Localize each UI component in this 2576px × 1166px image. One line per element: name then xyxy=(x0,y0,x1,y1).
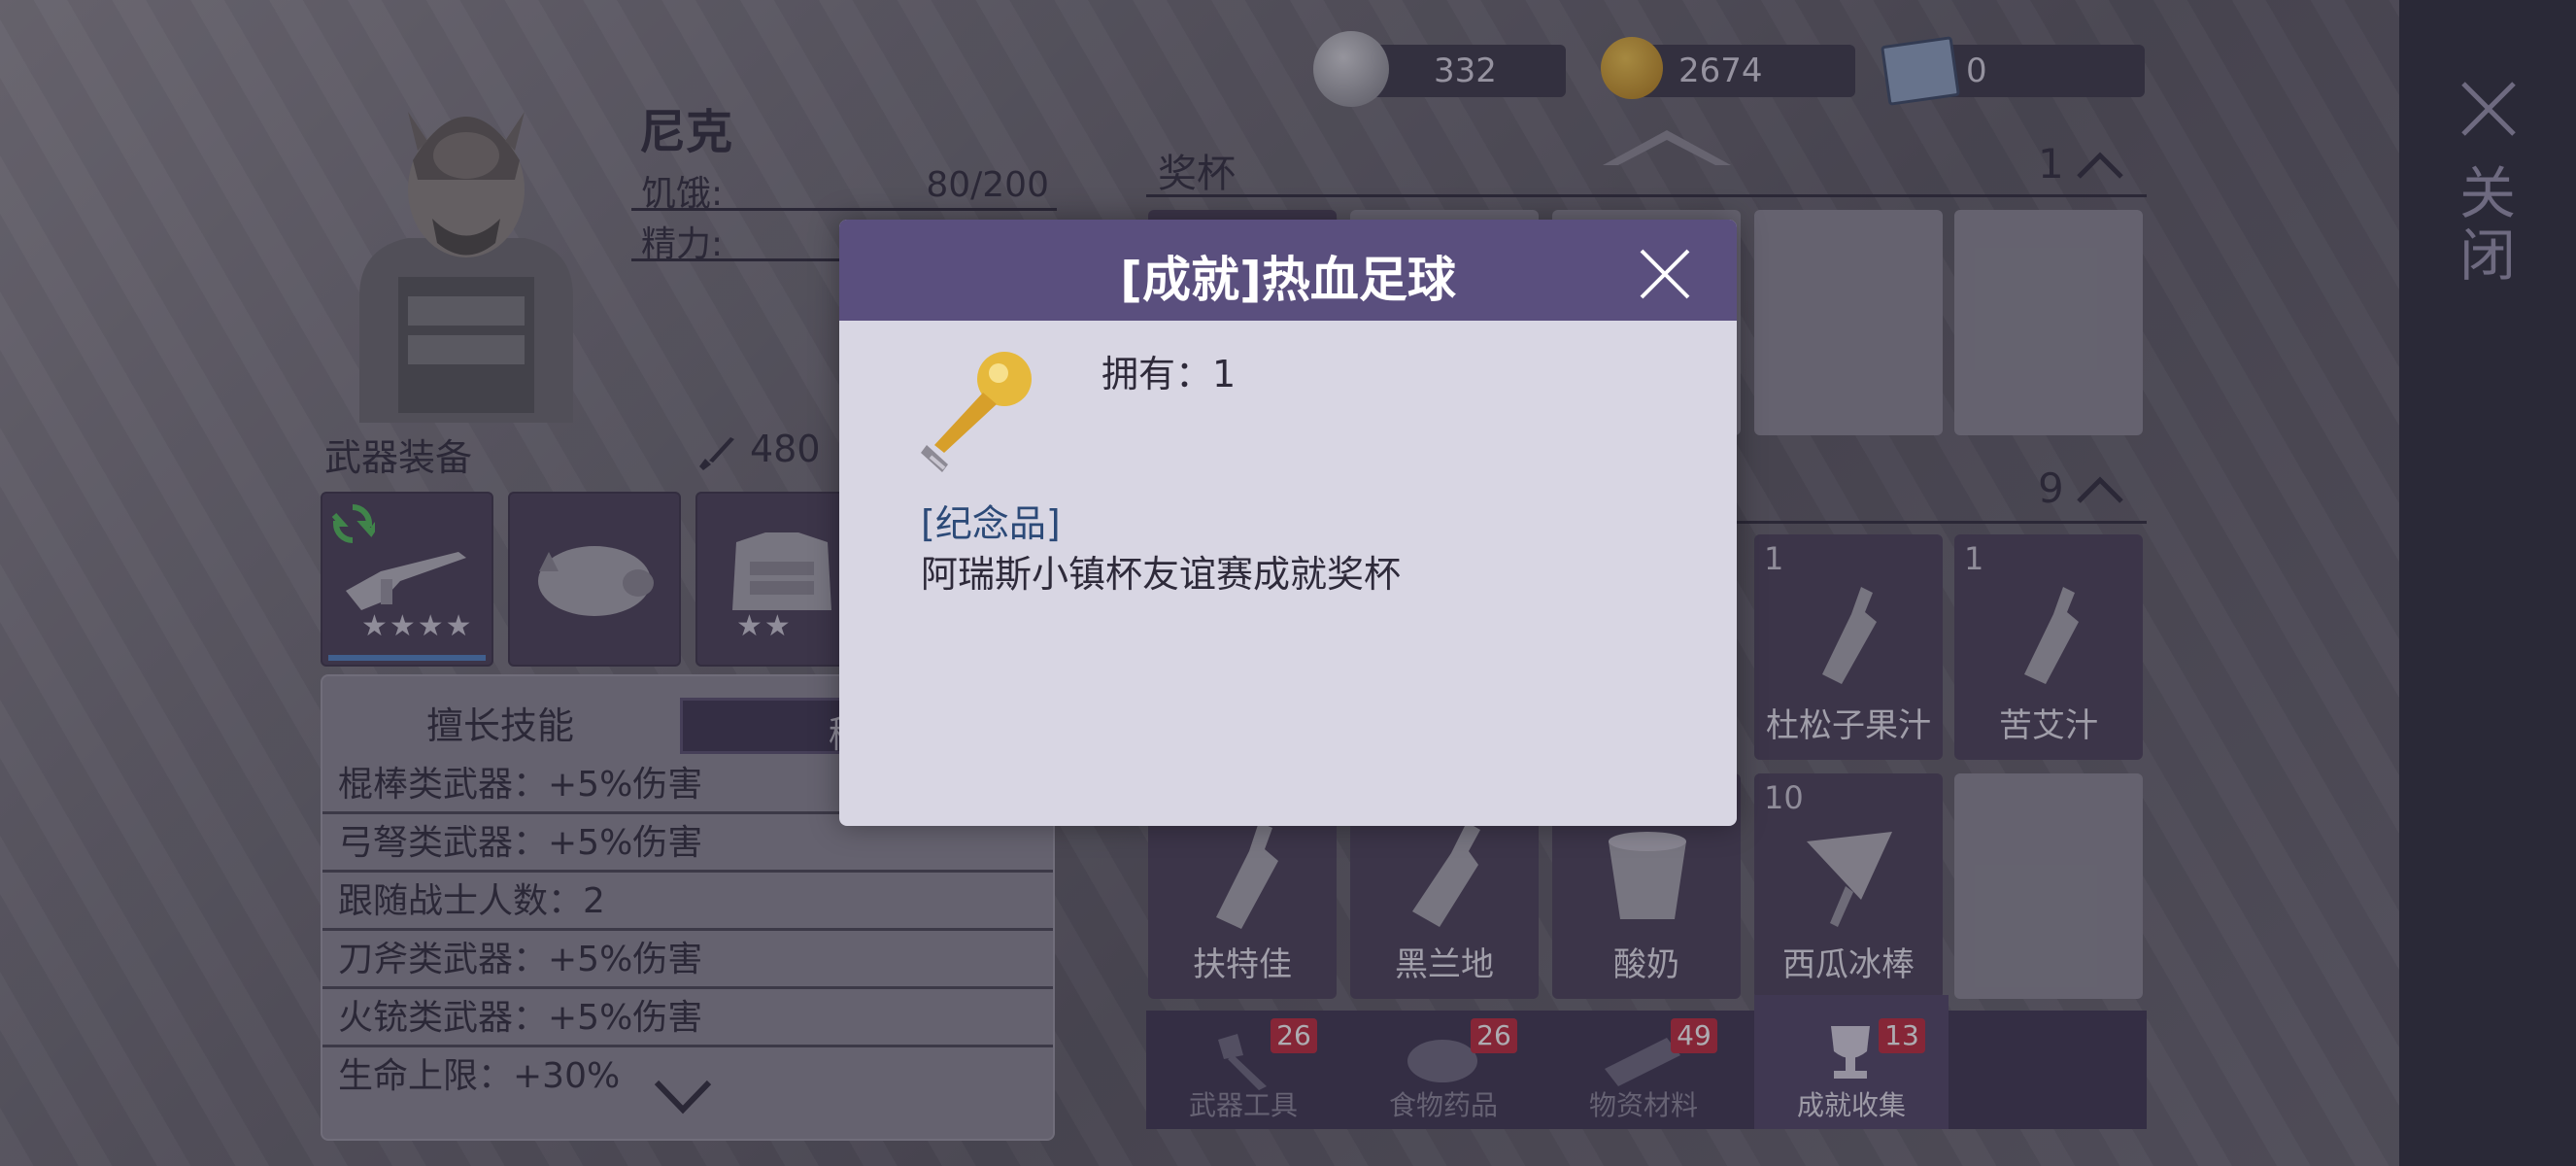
item-category-tag: [纪念品] xyxy=(921,502,1061,545)
item-detail-modal: [成就]热血足球 拥有：1 [纪念品] 阿瑞斯小镇杯友谊赛成就奖杯 xyxy=(839,220,1737,826)
golden-football-trophy-icon xyxy=(921,352,1032,472)
item-description: 阿瑞斯小镇杯友谊赛成就奖杯 xyxy=(921,553,1402,596)
modal-title: [成就]热血足球 xyxy=(1120,252,1456,308)
close-icon[interactable] xyxy=(1636,245,1694,303)
close-label[interactable]: 关闭 xyxy=(2450,163,2524,288)
close-icon[interactable] xyxy=(2459,80,2518,138)
modal-header: [成就]热血足球 xyxy=(839,220,1737,321)
owned-count: 拥有：1 xyxy=(1102,353,1237,395)
